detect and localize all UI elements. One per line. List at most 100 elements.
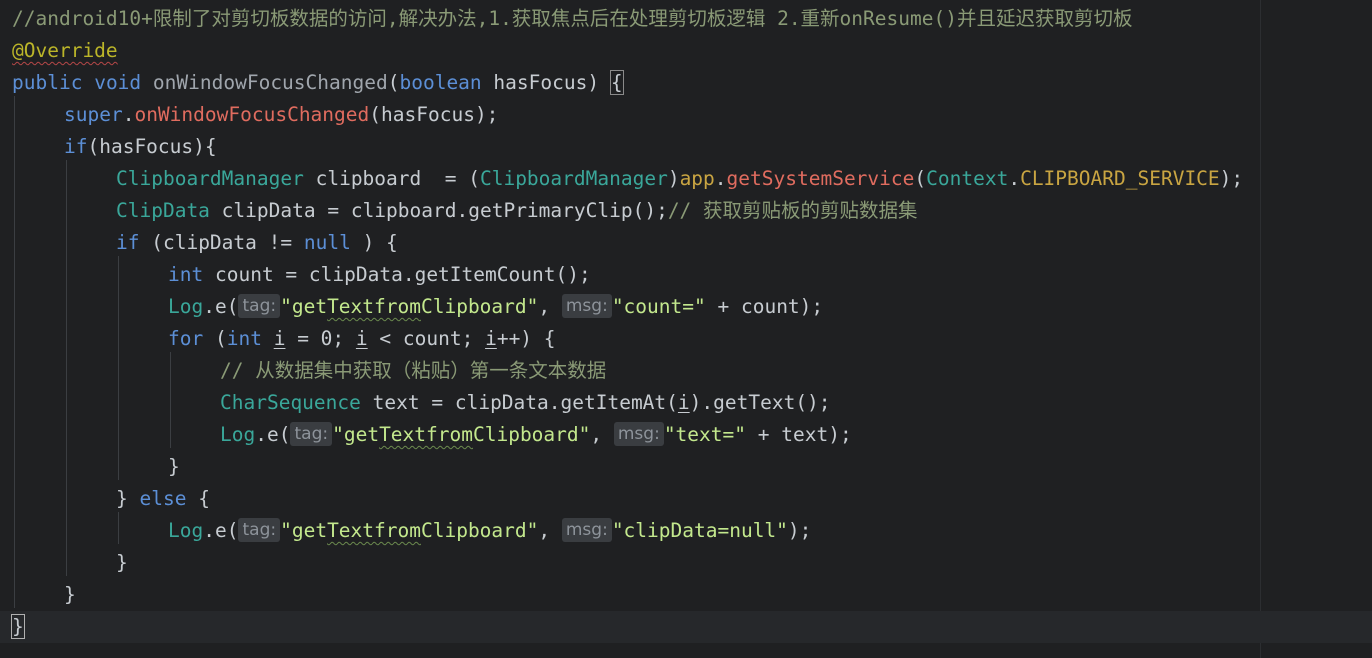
var-text-ref: text [781, 423, 829, 446]
code-line-5[interactable]: if(hasFocus){ [0, 131, 1372, 163]
code-line-11[interactable]: for (int i = 0; i < count; i++) { [0, 323, 1372, 355]
code-line-9[interactable]: int count = clipData.getItemCount(); [0, 259, 1372, 291]
log-null: Log.e(tag: "getTextfromClipboard", msg: "c… [168, 518, 812, 542]
param-hint-tag: tag: [238, 518, 281, 542]
var-clipdata: clipData [221, 199, 316, 222]
code-line-6[interactable]: ClipboardManager clipboard = (ClipboardM… [0, 163, 1372, 195]
string-tag-word: Textfrom [379, 423, 473, 446]
var-i: i [485, 327, 497, 350]
log-class: Log [168, 519, 204, 542]
code-line-3[interactable]: public void onWindowFocusChanged(boolean… [0, 67, 1372, 99]
param-hint-msg: msg: [561, 518, 612, 542]
field-clipboard-service: CLIPBOARD_SERVICE [1020, 167, 1220, 190]
string-count: "count=" [611, 295, 706, 318]
log-method: e [266, 423, 279, 446]
string-tag-suffix: Clipboard" [472, 423, 591, 446]
super-call: super.onWindowFocusChanged(hasFocus); [64, 103, 499, 126]
string-tag-suffix: Clipboard" [420, 519, 539, 542]
string-tag-word: Textfrom [327, 295, 421, 318]
method-brace-close: } [11, 611, 25, 643]
cast-clipboardmanager: ClipboardManager [479, 167, 668, 190]
for-loop: for (int i = 0; i < count; i++) { [168, 327, 556, 350]
get-primary-clip: clipboard.getPrimaryClip(); [350, 199, 668, 222]
keyword-null: null [303, 231, 351, 254]
code-line-20[interactable]: } [0, 611, 1372, 643]
type-context: Context [926, 167, 1009, 190]
string-text: "text=" [663, 423, 746, 446]
code-line-8[interactable]: if (clipData != null ) { [0, 227, 1372, 259]
code-line-19[interactable]: } [0, 579, 1372, 611]
app-field: app [679, 167, 715, 190]
var-text: text [372, 391, 420, 414]
if-hasfocus-brace-close: } [64, 583, 76, 606]
code-line-4[interactable]: super.onWindowFocusChanged(hasFocus); [0, 99, 1372, 131]
method-brace-open: { [609, 70, 624, 95]
log-class: Log [168, 295, 204, 318]
keyword-else: else [139, 487, 187, 510]
code-line-13[interactable]: CharSequence text = clipData.getItemAt(i… [0, 387, 1372, 419]
method-signature: public void onWindowFocusChanged(boolean… [12, 70, 624, 95]
string-tag-word: Textfrom [327, 519, 421, 542]
keyword-void: void [94, 71, 142, 94]
code-line-7[interactable]: ClipData clipData = clipboard.getPrimary… [0, 195, 1372, 227]
else-brace-close: } [116, 551, 128, 574]
clipdata-declaration: ClipData clipData = clipboard.getPrimary… [116, 199, 918, 222]
keyword-if: if [116, 231, 140, 254]
if-hasfocus: if(hasFocus){ [64, 131, 217, 163]
keyword-super: super [64, 103, 123, 126]
get-text: ).getText(); [689, 391, 831, 414]
count-declaration: int count = clipData.getItemCount(); [168, 263, 591, 286]
log-text: Log.e(tag: "getTextfromClipboard", msg: "t… [220, 422, 852, 446]
clipboard-declaration: ClipboardManager clipboard = (ClipboardM… [116, 167, 1244, 190]
get-item-count: clipData.getItemCount(); [308, 263, 591, 286]
var-i: i [273, 327, 286, 350]
keyword-for: for [168, 327, 204, 350]
var-i: i [677, 391, 690, 414]
code-line-15[interactable]: } [0, 451, 1372, 483]
var-i: i [355, 327, 368, 350]
code-line-16[interactable]: } else { [0, 483, 1372, 515]
string-tag-prefix: "get [280, 295, 328, 318]
string-clipdata-null: "clipData=null" [611, 519, 788, 542]
code-line-14[interactable]: Log.e(tag: "getTextfromClipboard", msg: "t… [0, 419, 1372, 451]
keyword-int: int [226, 327, 262, 350]
param-hint-tag: tag: [238, 294, 281, 318]
for-brace-close: } [168, 455, 180, 478]
get-system-service: getSystemService [726, 167, 915, 190]
string-tag-prefix: "get [280, 519, 328, 542]
code-line-12[interactable]: // 从数据集中获取（粘贴）第一条文本数据 [0, 355, 1372, 387]
override-annotation: @Override [12, 39, 118, 62]
param-hint-tag: tag: [290, 422, 333, 446]
var-clipdata-ref: clipData [162, 231, 257, 254]
log-class: Log [220, 423, 256, 446]
log-method: e [214, 519, 227, 542]
super-method: onWindowFocusChanged [134, 103, 370, 126]
comment-loop: // 从数据集中获取（粘贴）第一条文本数据 [220, 359, 607, 382]
log-count: Log.e(tag: "getTextfromClipboard", msg: "c… [168, 294, 824, 318]
string-tag-suffix: Clipboard" [420, 295, 539, 318]
var-count-ref: count [740, 295, 800, 318]
method-brace-close-highlight: } [11, 614, 25, 639]
code-line-1[interactable]: //android10+限制了对剪切板数据的访问,解决办法,1.获取焦点后在处理… [0, 3, 1372, 35]
else-brace-open: { [198, 487, 210, 510]
if-clipdata-not-null: if (clipData != null ) { [116, 231, 398, 254]
else-clause: } else { [116, 483, 210, 515]
var-clipboard: clipboard [315, 167, 422, 190]
code-editor[interactable]: //android10+限制了对剪切板数据的访问,解决办法,1.获取焦点后在处理… [0, 0, 1372, 658]
code-line-18[interactable]: } [0, 547, 1372, 579]
code-line-17[interactable]: Log.e(tag: "getTextfromClipboard", msg: "c… [0, 515, 1372, 547]
var-count-ref: count [402, 327, 462, 350]
param-hasfocus: hasFocus [493, 71, 588, 94]
keyword-if: if [64, 135, 88, 158]
keyword-int: int [168, 263, 204, 286]
code-line-2[interactable]: @Override [0, 35, 1372, 67]
type-charsequence: CharSequence [220, 391, 361, 414]
type-clipboardmanager: ClipboardManager [116, 167, 304, 190]
get-item-at: clipData.getItemAt( [454, 391, 678, 414]
keyword-boolean: boolean [399, 71, 482, 94]
type-clipdata: ClipData [116, 199, 210, 222]
text-declaration: CharSequence text = clipData.getItemAt(i… [220, 391, 831, 414]
if-condition: (hasFocus){ [87, 135, 217, 158]
var-count: count [214, 263, 274, 286]
code-line-10[interactable]: Log.e(tag: "getTextfromClipboard", msg: "c… [0, 291, 1372, 323]
